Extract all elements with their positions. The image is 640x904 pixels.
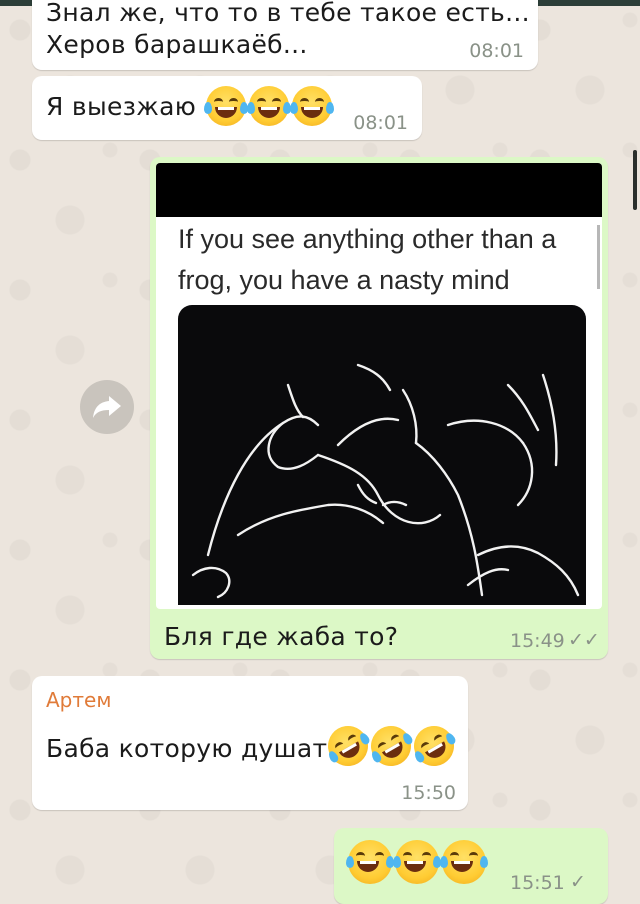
tears-of-joy-emoji bbox=[247, 86, 291, 126]
redacted-bar bbox=[156, 163, 602, 217]
message-time: 15:49 bbox=[510, 630, 565, 652]
forward-arrow-icon bbox=[93, 396, 121, 418]
tears-of-joy-emoji bbox=[346, 840, 394, 884]
line-art-drawing bbox=[191, 363, 580, 599]
incoming-message[interactable]: Я выезжаю 08:01 bbox=[32, 76, 422, 140]
forward-button[interactable] bbox=[80, 380, 134, 434]
incoming-message[interactable]: Знал же, что то в тебе такое есть... Хер… bbox=[32, 0, 538, 70]
rofl-emoji bbox=[363, 718, 419, 774]
sent-receipt-icon: ✓ bbox=[570, 871, 586, 893]
message-time: 15:51 bbox=[510, 872, 565, 894]
scrollbar[interactable] bbox=[633, 150, 637, 210]
image-scrollbar bbox=[597, 225, 600, 289]
emoji-row bbox=[204, 86, 335, 126]
message-time: 15:50 bbox=[401, 782, 456, 804]
message-time: 08:01 bbox=[353, 112, 408, 134]
emoji-row bbox=[320, 718, 462, 774]
tears-of-joy-emoji bbox=[290, 86, 334, 126]
outgoing-message[interactable]: 15:51 ✓ bbox=[334, 828, 608, 904]
message-text: Я выезжаю bbox=[46, 92, 197, 121]
message-text: Знал же, что то в тебе такое есть... bbox=[46, 0, 530, 27]
message-time: 08:01 bbox=[469, 40, 524, 62]
rofl-emoji bbox=[406, 718, 462, 774]
tears-of-joy-emoji bbox=[440, 840, 488, 884]
tears-of-joy-emoji bbox=[393, 840, 441, 884]
message-text: Бля где жаба то? bbox=[164, 622, 399, 651]
line-art-illustration bbox=[178, 305, 586, 605]
shared-image[interactable]: If you see anything other than a frog, y… bbox=[156, 163, 602, 609]
rofl-emoji bbox=[320, 718, 376, 774]
image-caption: If you see anything other than a frog, y… bbox=[178, 224, 557, 295]
sender-name[interactable]: Артем bbox=[46, 688, 111, 712]
read-receipt-icon: ✓✓ bbox=[568, 629, 600, 651]
message-text: Баба которую душат bbox=[46, 734, 328, 763]
emoji-row bbox=[346, 840, 489, 884]
message-text: Херов барашкаёб... bbox=[46, 30, 308, 59]
incoming-message[interactable]: Артем Баба которую душат 15:50 bbox=[32, 676, 468, 810]
tears-of-joy-emoji bbox=[204, 86, 248, 126]
